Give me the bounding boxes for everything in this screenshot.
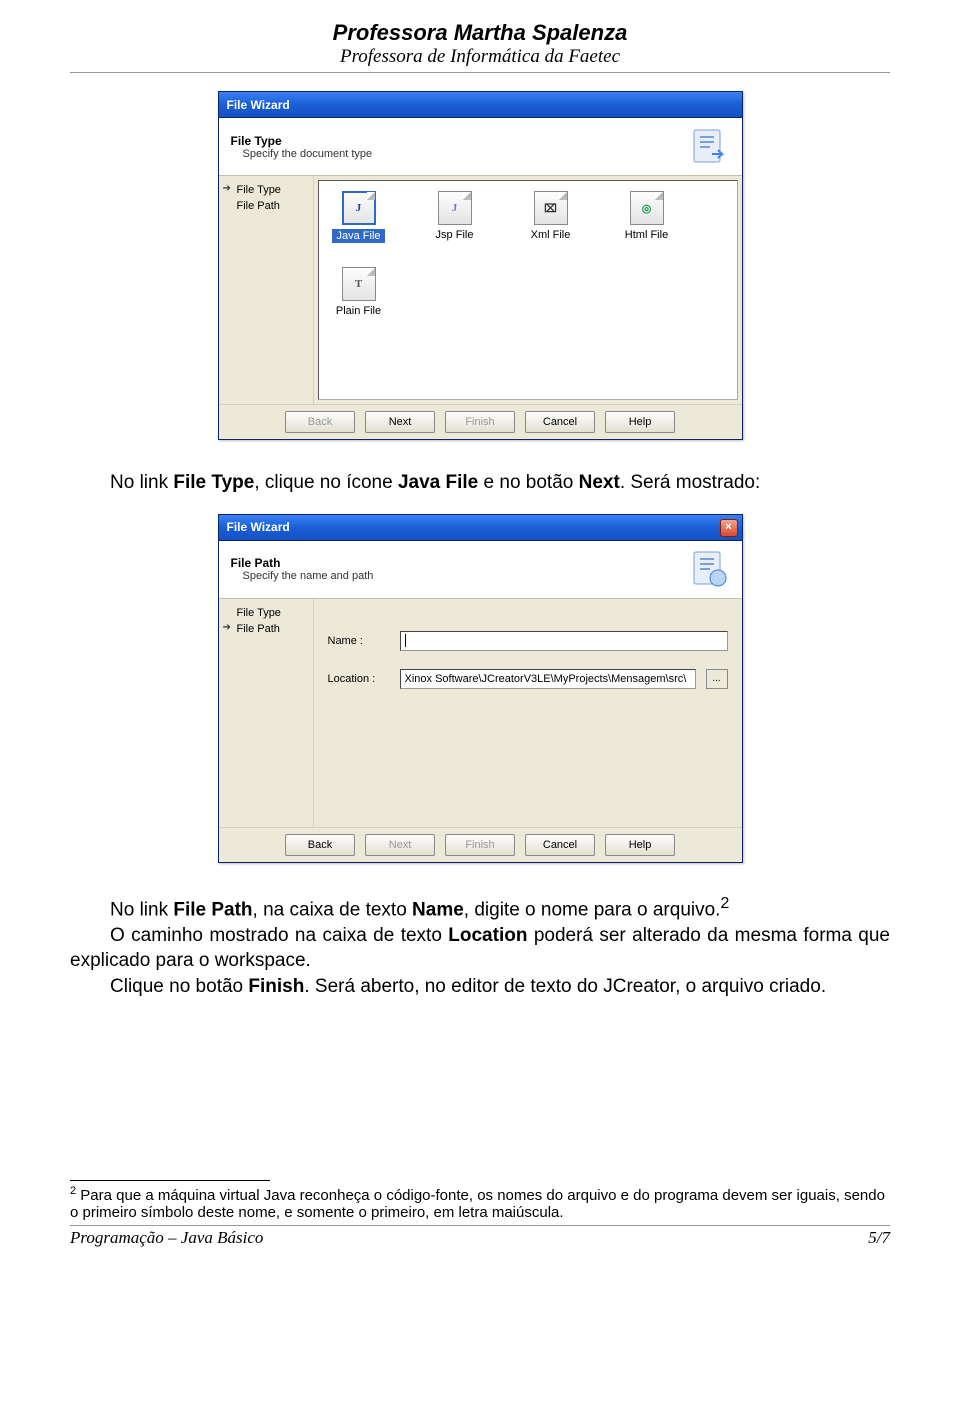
name-input[interactable] [400, 631, 728, 651]
xml-file-label: Xml File [531, 229, 571, 241]
wizard-icon [688, 548, 730, 590]
divider [70, 1225, 890, 1226]
paragraph-2: No link File Path, na caixa de texto Nam… [70, 893, 890, 1000]
paragraph-1: No link File Type, clique no ícone Java … [70, 470, 890, 496]
location-label: Location : [328, 673, 390, 685]
dialog-footer: Back Next Finish Cancel Help [219, 827, 742, 862]
wizard-icon [688, 126, 730, 168]
cancel-button[interactable]: Cancel [525, 411, 595, 433]
file-wizard-dialog-2: File Wizard × File Path Specify the name… [218, 514, 743, 863]
xml-file-item[interactable]: ⌧ Xml File [521, 191, 581, 243]
finish-button: Finish [445, 411, 515, 433]
help-button[interactable]: Help [605, 834, 675, 856]
html-file-label: Html File [625, 229, 668, 241]
page-footer: Programação – Java Básico 5/7 [70, 1228, 890, 1248]
dialog-footer: Back Next Finish Cancel Help [219, 404, 742, 439]
file-path-panel: Name : Location : Xinox Software\JCreato… [318, 603, 738, 823]
sidebar-item-file-type[interactable]: File Type [223, 605, 309, 621]
java-file-icon: J [342, 191, 376, 225]
browse-button[interactable]: ... [706, 669, 728, 689]
jsp-file-item[interactable]: J Jsp File [425, 191, 485, 243]
plain-file-icon: T [342, 267, 376, 301]
footer-right: 5/7 [868, 1228, 890, 1248]
titlebar[interactable]: File Wizard [219, 92, 742, 118]
dialog-header: File Type Specify the document type [219, 118, 742, 176]
section-desc: Specify the document type [231, 148, 373, 160]
xml-file-icon: ⌧ [534, 191, 568, 225]
close-icon[interactable]: × [720, 519, 738, 537]
titlebar[interactable]: File Wizard × [219, 515, 742, 541]
plain-file-item[interactable]: T Plain File [329, 267, 389, 317]
titlebar-text: File Wizard [227, 98, 290, 112]
section-title: File Path [231, 556, 374, 570]
dialog-header: File Path Specify the name and path [219, 541, 742, 599]
next-button[interactable]: Next [365, 411, 435, 433]
titlebar-text: File Wizard [227, 520, 290, 534]
section-desc: Specify the name and path [231, 570, 374, 582]
sidebar-item-file-type[interactable]: File Type [223, 182, 309, 198]
footnote-ref: 2 [720, 895, 729, 912]
page-title: Professora Martha Spalenza [70, 20, 890, 46]
file-type-panel: J Java File J Jsp File ⌧ Xml File ◎ Html… [318, 180, 738, 400]
page-header: Professora Martha Spalenza Professora de… [70, 20, 890, 68]
dialog-body: File Type File Path Name : Location : Xi… [219, 599, 742, 827]
java-file-label: Java File [332, 229, 384, 243]
section-title: File Type [231, 134, 373, 148]
wizard-sidebar: File Type File Path [219, 176, 314, 404]
html-file-icon: ◎ [630, 191, 664, 225]
page-subtitle: Professora de Informática da Faetec [70, 46, 890, 68]
html-file-item[interactable]: ◎ Html File [617, 191, 677, 243]
footnote: 2 Para que a máquina virtual Java reconh… [70, 1185, 890, 1221]
file-wizard-dialog-1: File Wizard File Type Specify the docume… [218, 91, 743, 440]
name-label: Name : [328, 635, 390, 647]
next-button: Next [365, 834, 435, 856]
footnote-separator [70, 1180, 270, 1181]
finish-button: Finish [445, 834, 515, 856]
dialog-body: File Type File Path J Java File J Jsp Fi… [219, 176, 742, 404]
location-input[interactable]: Xinox Software\JCreatorV3LE\MyProjects\M… [400, 669, 696, 689]
back-button[interactable]: Back [285, 834, 355, 856]
java-file-item[interactable]: J Java File [329, 191, 389, 243]
footer-left: Programação – Java Básico [70, 1228, 263, 1248]
plain-file-label: Plain File [336, 305, 381, 317]
sidebar-item-file-path[interactable]: File Path [223, 621, 309, 637]
help-button[interactable]: Help [605, 411, 675, 433]
cancel-button[interactable]: Cancel [525, 834, 595, 856]
jsp-file-label: Jsp File [436, 229, 474, 241]
jsp-file-icon: J [438, 191, 472, 225]
wizard-sidebar: File Type File Path [219, 599, 314, 827]
back-button: Back [285, 411, 355, 433]
divider [70, 72, 890, 73]
sidebar-item-file-path[interactable]: File Path [223, 198, 309, 214]
